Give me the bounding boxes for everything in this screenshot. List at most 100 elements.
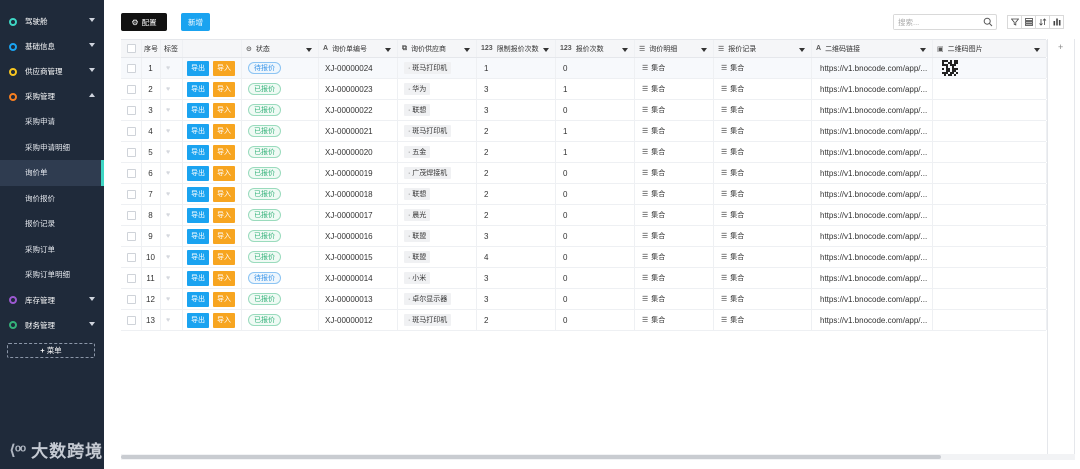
table-row[interactable]: 11 ♥ 导出 导入 待报价 XJ-00000014 · 小米 3 0 ☰ 集合 ☰ 集合 https:/…	[121, 268, 1047, 289]
qr-link[interactable]: https://v1.bnocode.com/app/...	[820, 106, 927, 115]
inquiry-detail-link[interactable]: ☰ 集合	[642, 105, 665, 115]
nav-bottom-item-0[interactable]: 库存管理	[0, 288, 104, 313]
sort-icon[interactable]	[1035, 15, 1050, 29]
table-row[interactable]: 12 ♥ 导出 导入 已报价 XJ-00000013 · 卓尔显示器 3 0 ☰ 集合 ☰ 集合 http…	[121, 289, 1047, 310]
export-button[interactable]: 导出	[187, 60, 209, 76]
import-button[interactable]: 导入	[213, 60, 235, 76]
qr-link[interactable]: https://v1.bnocode.com/app/...	[820, 85, 927, 94]
import-button[interactable]: 导入	[213, 186, 235, 202]
quote-record-link[interactable]: ☰ 集合	[721, 105, 744, 115]
import-button[interactable]: 导入	[213, 144, 235, 160]
table-row[interactable]: 7 ♥ 导出 导入 已报价 XJ-00000018 · 联想 2 0 ☰ 集合 ☰ 集合 https://…	[121, 184, 1047, 205]
search-input[interactable]	[894, 15, 974, 29]
heart-icon[interactable]: ♥	[166, 275, 170, 282]
quote-record-link[interactable]: ☰ 集合	[721, 231, 744, 241]
table-row[interactable]: 10 ♥ 导出 导入 已报价 XJ-00000015 · 联盟 4 0 ☰ 集合 ☰ 集合 https:/…	[121, 247, 1047, 268]
filter-icon[interactable]	[1007, 15, 1022, 29]
horizontal-scrollbar[interactable]	[121, 454, 1075, 460]
search-icon[interactable]	[983, 17, 993, 27]
quote-record-link[interactable]: ☰ 集合	[721, 273, 744, 283]
row-checkbox[interactable]	[127, 252, 136, 262]
sub-nav-item-3[interactable]: 询价报价	[0, 186, 104, 212]
inquiry-detail-link[interactable]: ☰ 集合	[642, 126, 665, 136]
vendor-tag[interactable]: · 联想	[404, 104, 431, 116]
quote-record-link[interactable]: ☰ 集合	[721, 84, 744, 94]
import-button[interactable]: 导入	[213, 102, 235, 118]
table-row[interactable]: 9 ♥ 导出 导入 已报价 XJ-00000016 · 联盟 3 0 ☰ 集合 ☰ 集合 https://…	[121, 226, 1047, 247]
column-menu-chevron-icon[interactable]	[799, 48, 805, 52]
quote-record-link[interactable]: ☰ 集合	[721, 168, 744, 178]
new-button[interactable]: 新增	[181, 13, 210, 31]
nav-item-2[interactable]: 供应商管理	[0, 59, 104, 84]
vendor-tag[interactable]: · 华为	[404, 83, 431, 95]
heart-icon[interactable]: ♥	[166, 254, 170, 261]
export-button[interactable]: 导出	[187, 270, 209, 286]
vendor-tag[interactable]: · 联盟	[404, 230, 431, 242]
column-menu-chevron-icon[interactable]	[464, 48, 470, 52]
import-button[interactable]: 导入	[213, 207, 235, 223]
table-row[interactable]: 2 ♥ 导出 导入 已报价 XJ-00000023 · 华为 3 1 ☰ 集合 ☰ 集合 https://…	[121, 79, 1047, 100]
column-header-qr_image[interactable]: ▣ 二维码图片	[937, 40, 1046, 57]
column-header-detail[interactable]: ☰ 询价明细	[639, 40, 713, 57]
vendor-tag[interactable]: · 联想	[404, 188, 431, 200]
nav-bottom-item-1[interactable]: 财务管理	[0, 313, 104, 338]
row-checkbox[interactable]	[127, 273, 136, 283]
table-row[interactable]: 13 ♥ 导出 导入 已报价 XJ-00000012 · 斑马打印机 2 0 ☰ 集合 ☰ 集合 http…	[121, 310, 1047, 331]
vendor-tag[interactable]: · 广茂焊接机	[404, 167, 452, 179]
column-menu-chevron-icon[interactable]	[1034, 48, 1040, 52]
vendor-tag[interactable]: · 联盟	[404, 251, 431, 263]
qr-link[interactable]: https://v1.bnocode.com/app/...	[820, 169, 927, 178]
nav-item-3[interactable]: 采购管理	[0, 84, 104, 109]
vendor-tag[interactable]: · 晨光	[404, 209, 431, 221]
inquiry-detail-link[interactable]: ☰ 集合	[642, 315, 665, 325]
row-checkbox[interactable]	[127, 189, 136, 199]
export-button[interactable]: 导出	[187, 123, 209, 139]
row-checkbox[interactable]	[127, 147, 136, 157]
inquiry-detail-link[interactable]: ☰ 集合	[642, 168, 665, 178]
vendor-tag[interactable]: · 小米	[404, 272, 431, 284]
column-header-vendor[interactable]: ⧉ 询价供应商	[402, 40, 476, 57]
select-all-checkbox[interactable]	[127, 44, 136, 53]
quote-record-link[interactable]: ☰ 集合	[721, 252, 744, 262]
qr-link[interactable]: https://v1.bnocode.com/app/...	[820, 274, 927, 283]
column-header-limit_count[interactable]: 123 限制报价次数	[481, 40, 555, 57]
import-button[interactable]: 导入	[213, 228, 235, 244]
sub-nav-item-6[interactable]: 采购订单明细	[0, 262, 104, 288]
inquiry-detail-link[interactable]: ☰ 集合	[642, 63, 665, 73]
qr-link[interactable]: https://v1.bnocode.com/app/...	[820, 127, 927, 136]
export-button[interactable]: 导出	[187, 207, 209, 223]
heart-icon[interactable]: ♥	[166, 212, 170, 219]
chart-icon[interactable]	[1049, 15, 1064, 29]
import-button[interactable]: 导入	[213, 81, 235, 97]
qr-link[interactable]: https://v1.bnocode.com/app/...	[820, 253, 927, 262]
chevron-down-icon[interactable]	[89, 296, 95, 301]
quote-record-link[interactable]: ☰ 集合	[721, 210, 744, 220]
add-column-icon[interactable]: +	[1058, 42, 1063, 52]
table-row[interactable]: 1 ♥ 导出 导入 待报价 XJ-00000024 · 斑马打印机 1 0 ☰ 集合 ☰ 集合 https…	[121, 58, 1047, 79]
add-menu-button[interactable]: + 菜单	[7, 343, 95, 358]
sub-nav-item-4[interactable]: 报价记录	[0, 211, 104, 237]
export-button[interactable]: 导出	[187, 144, 209, 160]
export-button[interactable]: 导出	[187, 228, 209, 244]
heart-icon[interactable]: ♥	[166, 296, 170, 303]
vendor-tag[interactable]: · 五金	[404, 146, 431, 158]
inquiry-detail-link[interactable]: ☰ 集合	[642, 231, 665, 241]
vendor-tag[interactable]: · 斑马打印机	[404, 62, 452, 74]
sub-nav-item-1[interactable]: 采购申请明细	[0, 135, 104, 161]
column-menu-chevron-icon[interactable]	[385, 48, 391, 52]
config-button[interactable]: ⚙ 配置	[121, 13, 167, 31]
chevron-down-icon[interactable]	[89, 18, 95, 22]
vendor-tag[interactable]: · 斑马打印机	[404, 314, 452, 326]
column-header-status[interactable]: ⊝ 状态	[246, 40, 318, 57]
export-button[interactable]: 导出	[187, 291, 209, 307]
nav-item-0[interactable]: 驾驶舱	[0, 9, 104, 34]
quote-record-link[interactable]: ☰ 集合	[721, 315, 744, 325]
qr-link[interactable]: https://v1.bnocode.com/app/...	[820, 190, 927, 199]
heart-icon[interactable]: ♥	[166, 86, 170, 93]
heart-icon[interactable]: ♥	[166, 149, 170, 156]
export-button[interactable]: 导出	[187, 102, 209, 118]
heart-icon[interactable]: ♥	[166, 128, 170, 135]
row-checkbox[interactable]	[127, 126, 136, 136]
import-button[interactable]: 导入	[213, 291, 235, 307]
table-row[interactable]: 6 ♥ 导出 导入 已报价 XJ-00000019 · 广茂焊接机 2 0 ☰ 集合 ☰ 集合 https…	[121, 163, 1047, 184]
